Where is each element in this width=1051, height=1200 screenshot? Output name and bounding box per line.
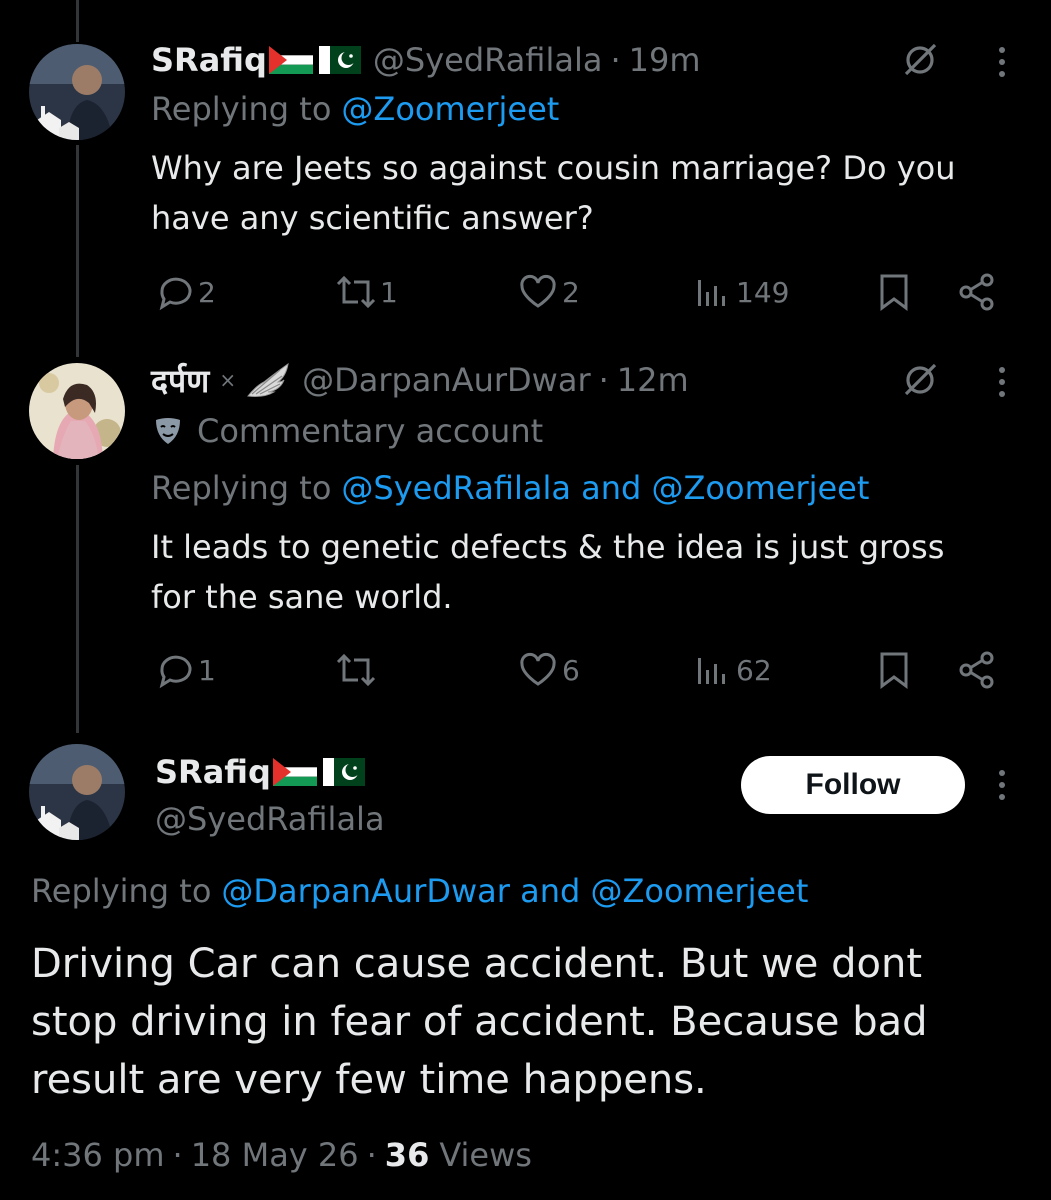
replying-to: Replying to @Zoomerjeet [151, 86, 559, 132]
share-icon[interactable] [957, 650, 997, 690]
more-icon[interactable] [988, 42, 1016, 82]
replying-mention[interactable]: @Zoomerjeet [341, 90, 559, 128]
palestine-flag-icon [268, 46, 313, 74]
commentary-badge: Commentary account [151, 408, 543, 454]
reply-count: 1 [198, 653, 216, 687]
reply-button[interactable]: 2 [156, 272, 216, 312]
tweet-text-line: Why are Jeets so against cousin marriage… [151, 149, 956, 187]
reply-icon [159, 655, 192, 689]
replying-mention[interactable]: @DarpanAurDwar and @Zoomerjeet [221, 872, 808, 910]
thread-line-top [76, 0, 79, 42]
grok-icon[interactable] [900, 360, 940, 400]
more-icon[interactable] [988, 362, 1016, 402]
grok-icon[interactable] [900, 40, 940, 80]
avatar[interactable] [29, 44, 125, 140]
separator-dot: · [366, 1136, 377, 1174]
separator-dot: · [610, 41, 621, 79]
bookmark-icon[interactable] [874, 272, 914, 312]
tweet-text-line: have any scientific answer? [151, 199, 594, 237]
like-button[interactable]: 2 [518, 272, 580, 312]
tweet-text-line: for the sane world. [151, 578, 453, 616]
x-mark-icon: × [219, 368, 237, 392]
follow-button[interactable]: Follow [741, 756, 965, 814]
tweet-meta: 4:36 pm · 18 May 26 · 36 Views [31, 1132, 532, 1178]
tweet-text: Why are Jeets so against cousin marriage… [151, 143, 956, 243]
views-icon [698, 658, 725, 684]
reply-count: 2 [198, 275, 216, 309]
views-icon [698, 280, 725, 306]
like-icon [520, 274, 556, 308]
separator-dot: · [598, 361, 609, 399]
views-count: 62 [736, 653, 772, 687]
display-name[interactable]: SRafiq [151, 41, 267, 79]
pakistan-flag-icon [322, 758, 365, 786]
avatar[interactable] [29, 363, 125, 459]
post-time[interactable]: 4:36 pm [31, 1136, 165, 1174]
handle[interactable]: @DarpanAurDwar [302, 361, 591, 399]
reply-icon [159, 277, 192, 311]
wing-icon [247, 362, 289, 397]
views-label: Views [439, 1136, 532, 1174]
thread-line-1 [76, 145, 79, 357]
views-button[interactable]: 62 [694, 650, 772, 690]
views-count[interactable]: 36 [385, 1136, 430, 1174]
main-tweet-name-row: SRafiq [155, 750, 365, 794]
tweet-text-line: result are very few time happens. [31, 1057, 707, 1103]
tweet-header: दर्पण × @DarpanAurDwar · 12m [151, 358, 689, 402]
replying-prefix: Replying to [151, 469, 332, 507]
tweet-text-line: It leads to genetic defects & the idea i… [151, 528, 945, 566]
handle[interactable]: @SyedRafilala [373, 41, 603, 79]
separator-dot: · [172, 1136, 183, 1174]
thread-line-2 [76, 465, 79, 733]
bookmark-icon[interactable] [874, 650, 914, 690]
repost-count: 1 [380, 275, 398, 309]
pakistan-flag-icon [318, 46, 361, 74]
like-button[interactable]: 6 [518, 650, 580, 690]
main-tweet-handle-row: @SyedRafilala [155, 797, 385, 841]
more-icon[interactable] [988, 765, 1016, 805]
timestamp[interactable]: 19m [629, 41, 701, 79]
like-count: 2 [562, 275, 580, 309]
post-date[interactable]: 18 May 26 [191, 1136, 359, 1174]
display-name[interactable]: दर्पण [151, 359, 209, 402]
replying-to: Replying to @DarpanAurDwar and @Zoomerje… [31, 868, 808, 914]
badge-label: Commentary account [197, 412, 544, 450]
commentary-mask-icon [156, 418, 180, 444]
repost-button[interactable] [336, 650, 376, 690]
palestine-flag-icon [272, 758, 317, 786]
replying-prefix: Replying to [31, 872, 212, 910]
display-name[interactable]: SRafiq [155, 753, 271, 791]
handle[interactable]: @SyedRafilala [155, 800, 385, 838]
replying-to: Replying to @SyedRafilala and @Zoomerjee… [151, 465, 869, 511]
views-count: 149 [736, 275, 790, 309]
tweet-text: It leads to genetic defects & the idea i… [151, 522, 944, 622]
tweet-header: SRafiq @SyedRafilala · 19m [151, 38, 701, 82]
repost-icon [336, 653, 376, 687]
repost-icon [336, 275, 376, 309]
tweet-text-line: Driving Car can cause accident. But we d… [31, 941, 922, 987]
reply-button[interactable]: 1 [156, 650, 216, 690]
repost-button[interactable]: 1 [336, 272, 398, 312]
share-icon[interactable] [957, 272, 997, 312]
main-tweet-text: Driving Car can cause accident. But we d… [31, 935, 928, 1109]
replying-prefix: Replying to [151, 90, 332, 128]
timestamp[interactable]: 12m [617, 361, 689, 399]
like-icon [520, 652, 556, 686]
views-button[interactable]: 149 [694, 272, 789, 312]
tweet-text-line: stop driving in fear of accident. Becaus… [31, 999, 928, 1045]
like-count: 6 [562, 653, 580, 687]
replying-mention[interactable]: @SyedRafilala and @Zoomerjeet [341, 469, 869, 507]
avatar[interactable] [29, 744, 125, 840]
